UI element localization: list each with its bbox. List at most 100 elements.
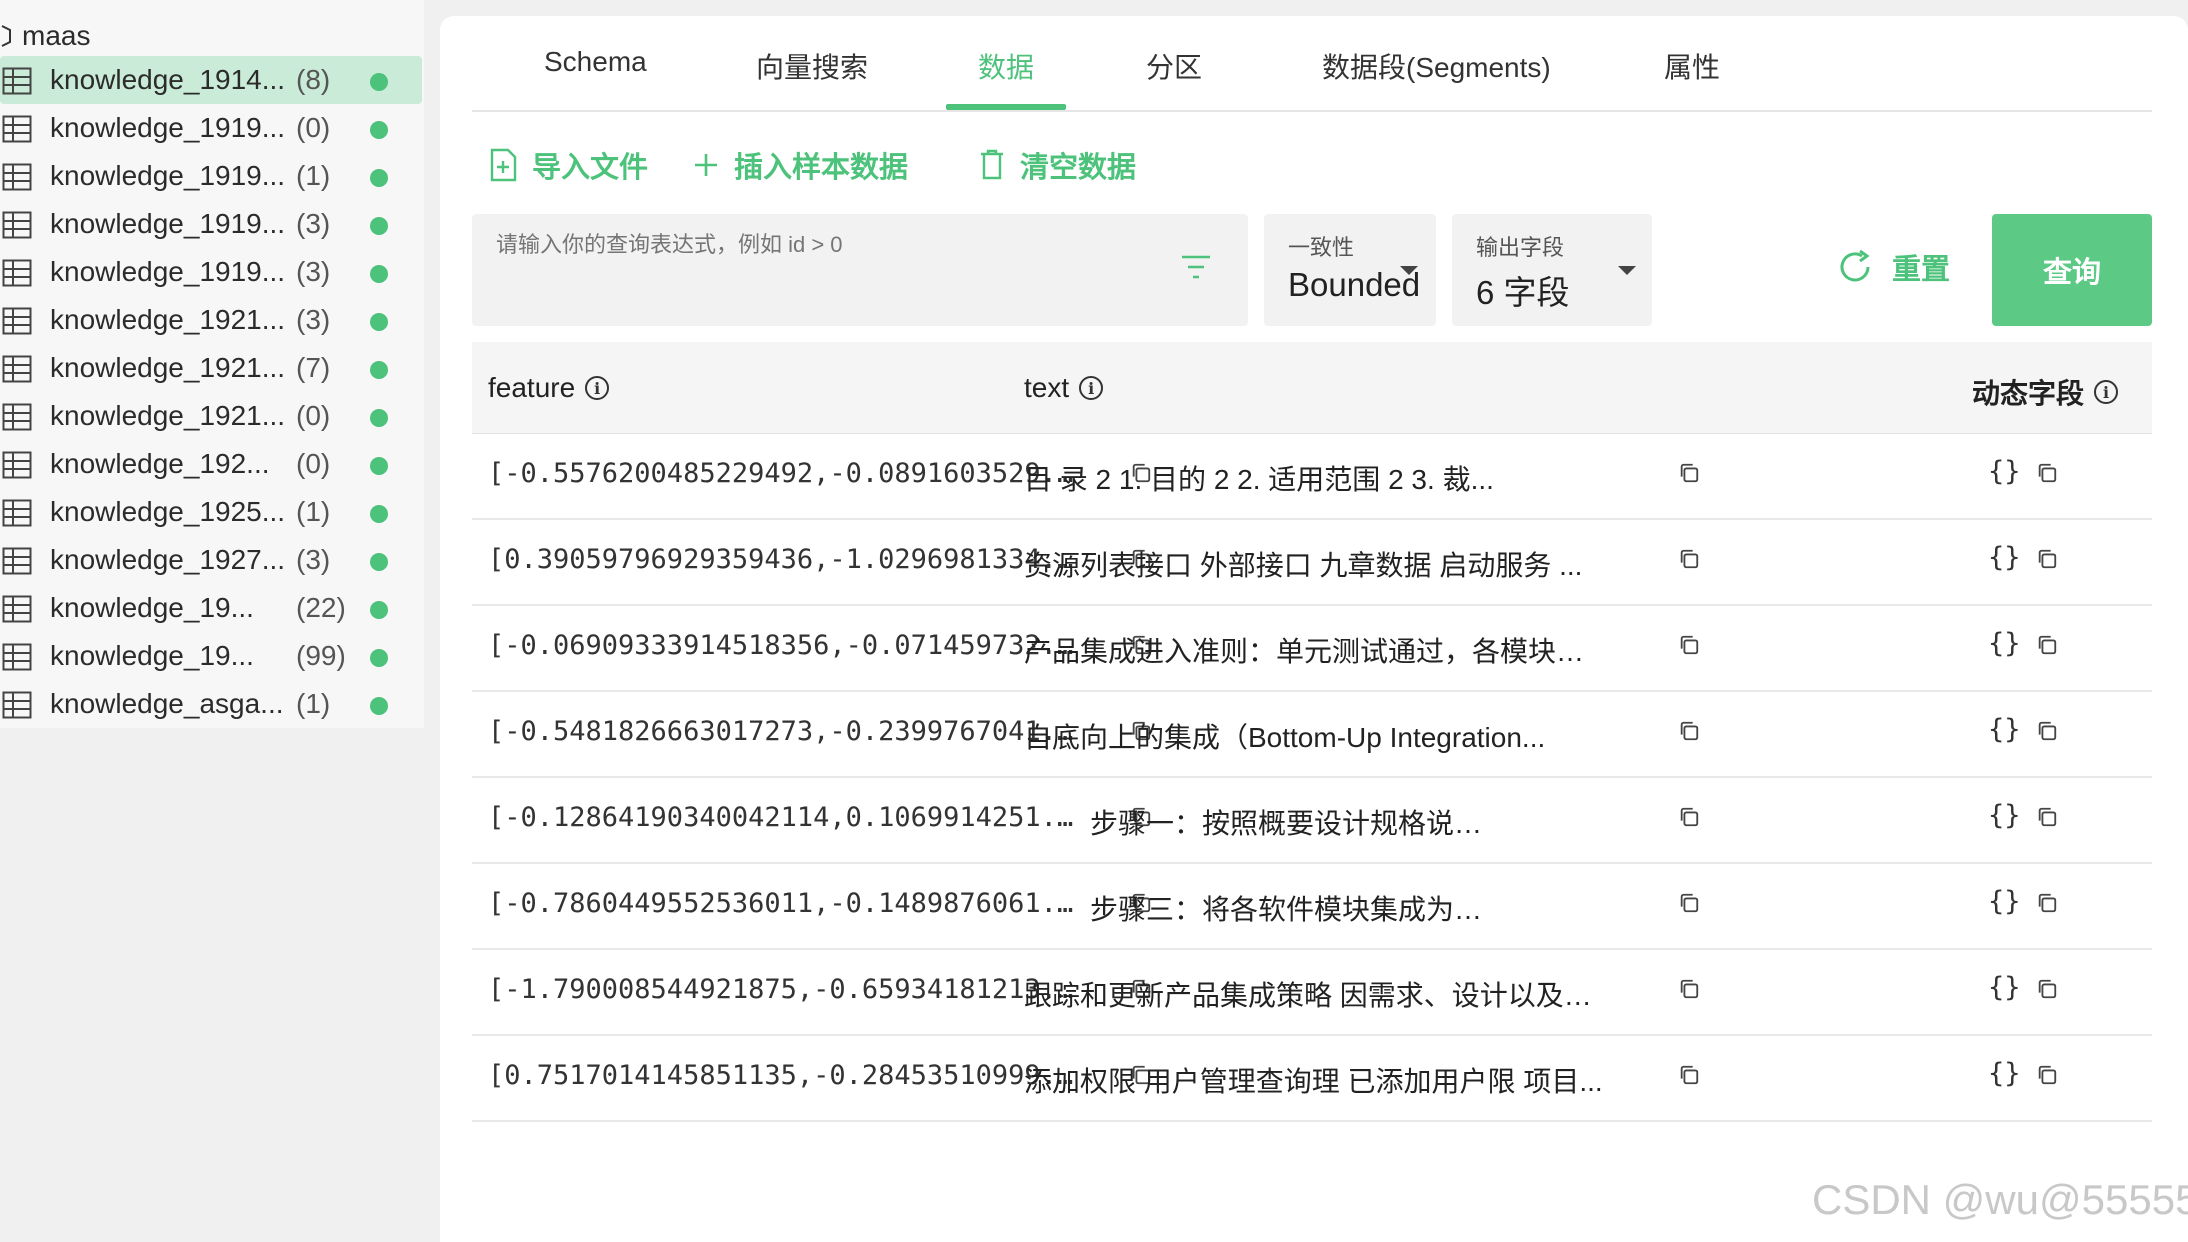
status-dot [370, 121, 388, 139]
sidebar: maas knowledge_1914... (8) knowledge_1919.… [0, 0, 424, 728]
collection-name: knowledge_19... [50, 592, 254, 623]
copy-icon[interactable] [1678, 462, 1700, 489]
collection-item[interactable]: knowledge_1919... (0) [0, 104, 424, 152]
watermark: CSDN @wu@55555 [1812, 1176, 2188, 1223]
insert-sample-button[interactable]: 插入样本数据 [692, 144, 908, 186]
reset-button[interactable]: 重置 [1836, 246, 1950, 288]
collection-count: (7) [296, 352, 331, 383]
table-icon [2, 499, 32, 527]
consistency-select[interactable]: 一致性 Bounded [1264, 214, 1436, 326]
copy-icon[interactable] [1678, 806, 1700, 833]
collection-count: (8) [296, 64, 331, 95]
collection-item[interactable]: knowledge_1927... (3) [0, 536, 424, 584]
collection-name: knowledge_1919... [50, 160, 286, 191]
feature-cell: [-0.5481826663017273,-0.2399767041... [488, 716, 1088, 747]
chevron-down-icon [1400, 266, 1418, 275]
copy-icon[interactable] [2036, 720, 2058, 747]
main-panel: Schema 向量搜索 数据 分区 数据段(Segments) 属性 导入文件 … [440, 16, 2188, 1242]
table-icon [2, 355, 32, 383]
collection-item[interactable]: knowledge_1921... (0) [0, 392, 424, 440]
tab-vector-search[interactable]: 向量搜索 [756, 46, 868, 86]
collection-name: knowledge_1927... [50, 544, 286, 575]
tab-properties[interactable]: 属性 [1664, 46, 1720, 86]
query-input[interactable] [496, 232, 1176, 258]
column-header-text[interactable]: text i [1024, 372, 1104, 404]
collection-count: (0) [296, 400, 331, 431]
info-icon[interactable]: i [2094, 380, 2119, 404]
table-row: [-0.12864190340042114,0.1069914251... 步骤一… [472, 778, 2152, 864]
collection-list: knowledge_1914... (8) knowledge_1919... (0)… [0, 56, 424, 728]
tab-data[interactable]: 数据 [978, 46, 1034, 86]
tab-partitions[interactable]: 分区 [1146, 46, 1202, 86]
collection-count: (0) [296, 448, 331, 479]
status-dot [370, 649, 388, 667]
copy-icon[interactable] [1678, 720, 1700, 747]
table-icon [2, 67, 32, 95]
dynamic-field-cell[interactable]: {} [1988, 628, 2021, 659]
copy-icon[interactable] [1678, 548, 1700, 575]
dynamic-field-cell[interactable]: {} [1988, 1058, 2021, 1089]
dynamic-field-cell[interactable]: {} [1988, 542, 2021, 573]
feature-cell: [-0.5576200485229492,-0.0891603529... [488, 458, 1088, 489]
collection-count: (3) [296, 256, 331, 287]
status-dot [370, 505, 388, 523]
collection-item[interactable]: knowledge_1919... (3) [0, 248, 424, 296]
table-header: feature i text i 动态字段 i [472, 342, 2152, 434]
copy-icon[interactable] [1678, 978, 1700, 1005]
clear-data-label: 清空数据 [1020, 152, 1137, 184]
copy-icon[interactable] [2036, 634, 2058, 661]
dynamic-field-cell[interactable]: {} [1988, 800, 2021, 831]
dynamic-field-cell[interactable]: {} [1988, 456, 2021, 487]
table-row: [-0.5481826663017273,-0.2399767041... 自底向… [472, 692, 2152, 778]
text-cell: 添加权限 用户管理查询理 已添加用户限 项目... [1024, 1066, 1603, 1097]
collection-item[interactable]: knowledge_1914... (8) [0, 56, 422, 104]
text-cell: 跟踪和更新产品集成策略 因需求、设计以及环... [1024, 980, 1604, 1011]
copy-icon[interactable] [1678, 634, 1700, 661]
dynamic-field-cell[interactable]: {} [1988, 714, 2021, 745]
output-fields-select[interactable]: 输出字段 6 字段 [1452, 214, 1652, 326]
column-header-dynamic-field[interactable]: 动态字段 i [1972, 372, 2119, 412]
info-icon[interactable]: i [585, 376, 610, 400]
trash-icon [981, 149, 1003, 180]
tab-segments[interactable]: 数据段(Segments) [1322, 46, 1551, 86]
copy-icon[interactable] [2036, 978, 2058, 1005]
collection-item[interactable]: knowledge_1919... (3) [0, 200, 424, 248]
collection-item[interactable]: knowledge_1919... (1) [0, 152, 424, 200]
feature-cell: [-0.06909333914518356,-0.071459732... [488, 630, 1088, 661]
collection-item[interactable]: knowledge_1921... (7) [0, 344, 424, 392]
collection-item[interactable]: knowledge_1925... (1) [0, 488, 424, 536]
text-cell: 资源列表接口 外部接口 九章数据 启动服务 ... [1024, 550, 1583, 581]
collection-item[interactable]: knowledge_19... (22) [0, 584, 424, 632]
dynamic-field-cell[interactable]: {} [1988, 972, 2021, 1003]
clear-data-button[interactable]: 清空数据 [978, 144, 1136, 186]
dynamic-field-cell[interactable]: {} [1988, 886, 2021, 917]
table-row: [-1.790008544921875,-0.65934181213... 跟踪和… [472, 950, 2152, 1036]
filter-icon[interactable] [1180, 254, 1212, 280]
data-table: feature i text i 动态字段 i [-0.557620048522… [472, 342, 2152, 1122]
copy-icon[interactable] [2036, 462, 2058, 489]
table-icon [2, 595, 32, 623]
collection-name: knowledge_1914... [50, 64, 286, 95]
collection-item[interactable]: knowledge_19... (99) [0, 632, 424, 680]
copy-icon[interactable] [2036, 892, 2058, 919]
collection-item[interactable]: knowledge_192... (0) [0, 440, 424, 488]
info-icon[interactable]: i [1079, 376, 1104, 400]
copy-icon[interactable] [2036, 1064, 2058, 1091]
collection-item[interactable]: knowledge_asga... (1) [0, 680, 424, 728]
table-row: [-0.5576200485229492,-0.0891603529... 目 录… [472, 434, 2152, 520]
copy-icon[interactable] [2036, 806, 2058, 833]
collection-count: (3) [296, 208, 331, 239]
query-expression-field[interactable] [472, 214, 1248, 326]
column-header-feature[interactable]: feature i [488, 372, 610, 404]
database-item[interactable]: maas [0, 14, 400, 58]
import-file-icon [490, 148, 517, 182]
copy-icon[interactable] [1678, 1064, 1700, 1091]
tab-schema[interactable]: Schema [544, 46, 647, 78]
copy-icon[interactable] [2036, 548, 2058, 575]
collection-item[interactable]: knowledge_1921... (3) [0, 296, 424, 344]
table-icon [2, 115, 32, 143]
import-file-button[interactable]: 导入文件 [488, 144, 648, 186]
copy-icon[interactable] [1678, 892, 1700, 919]
import-file-label: 导入文件 [532, 152, 649, 184]
query-button[interactable]: 查询 [1992, 214, 2152, 326]
